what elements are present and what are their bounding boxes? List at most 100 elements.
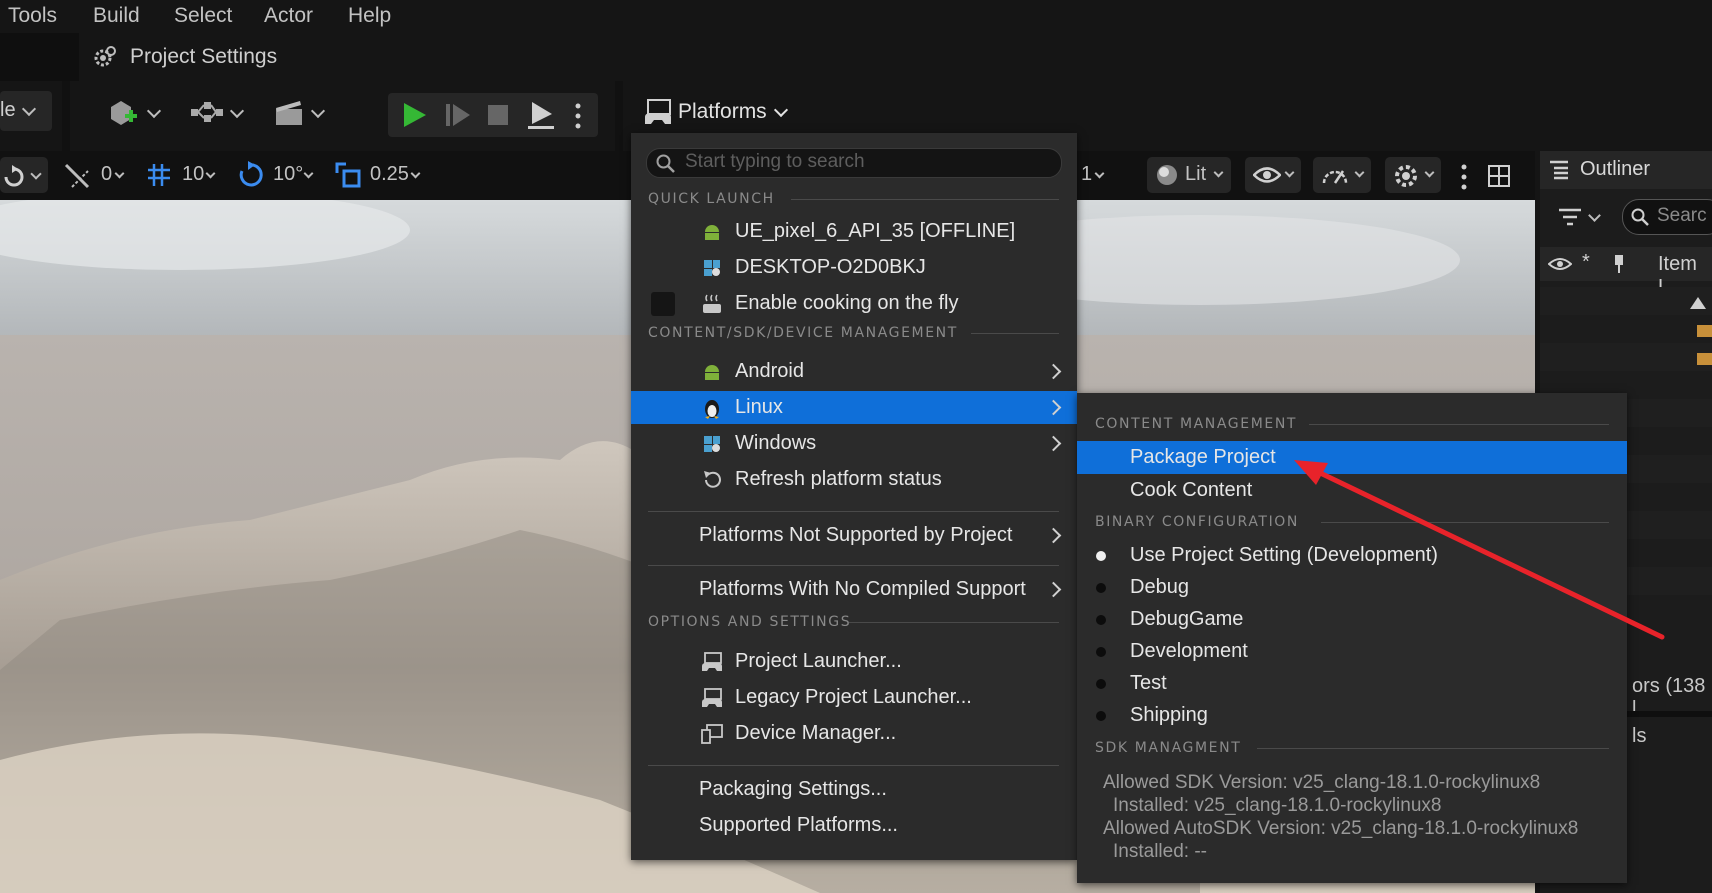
cinematics-button[interactable] xyxy=(273,95,329,131)
menu-item-windows[interactable]: Windows xyxy=(631,427,1077,460)
outliner-list-icon xyxy=(1550,160,1568,180)
grid-snap-icon[interactable] xyxy=(146,162,172,188)
menu-item-label: DESKTOP-O2D0BKJ xyxy=(735,256,926,278)
surface-snap-icon[interactable] xyxy=(64,163,90,189)
tab-project-settings[interactable]: Project Settings xyxy=(79,33,1712,81)
add-actor-button[interactable] xyxy=(105,95,162,131)
radio-unselected-icon xyxy=(1096,711,1106,721)
cook-checkbox[interactable] xyxy=(651,292,675,316)
stop-icon[interactable] xyxy=(486,103,510,127)
menu-item-config-project-setting[interactable]: Use Project Setting (Development) xyxy=(1077,539,1627,571)
menu-item-packaging-settings[interactable]: Packaging Settings... xyxy=(631,773,1077,806)
section-options: OPTIONS AND SETTINGS xyxy=(648,614,852,630)
menu-item-android-device[interactable]: UE_pixel_6_API_35 [OFFLINE] xyxy=(631,215,1077,248)
toolbar-divider xyxy=(615,81,623,151)
menu-item-no-compiled-support[interactable]: Platforms With No Compiled Support xyxy=(631,573,1077,606)
blueprints-button[interactable] xyxy=(190,95,246,131)
menu-item-refresh-status[interactable]: Refresh platform status xyxy=(631,463,1077,496)
menu-item-package-project[interactable]: Package Project xyxy=(1077,441,1627,474)
section-divider xyxy=(971,333,1059,334)
section-sdk-management: SDK MANAGMENT xyxy=(1095,740,1242,756)
platforms-button[interactable]: Platforms xyxy=(640,93,800,133)
android-icon xyxy=(705,225,719,240)
outliner-row[interactable] xyxy=(1540,343,1712,371)
gauge-icon xyxy=(1322,170,1348,184)
outliner-row[interactable] xyxy=(1540,287,1712,315)
menu-item-linux[interactable]: Linux xyxy=(631,391,1077,424)
step-forward-icon[interactable] xyxy=(444,102,472,128)
platforms-menu: Start typing to search QUICK LAUNCH UE_p… xyxy=(631,133,1077,860)
filter-icon[interactable] xyxy=(1558,208,1582,226)
chevron-right-icon xyxy=(1045,399,1062,416)
eject-icon[interactable] xyxy=(526,100,556,130)
device-manager-icon xyxy=(701,724,723,744)
section-binary-configuration: BINARY CONFIGURATION xyxy=(1095,514,1299,530)
menu-item-config-shipping[interactable]: Shipping xyxy=(1077,699,1627,731)
camera-speed-value[interactable]: 1 xyxy=(1081,163,1092,186)
launcher-icon xyxy=(702,652,722,671)
grid-snap-value[interactable]: 10 xyxy=(182,163,204,186)
linux-tux-icon xyxy=(705,400,719,419)
chevron-down-icon xyxy=(229,103,245,119)
eye-icon xyxy=(1253,167,1281,183)
menu-item-cook-on-the-fly[interactable]: Enable cooking on the fly xyxy=(631,287,1077,320)
rotation-snap-icon[interactable] xyxy=(236,161,264,189)
details-tab-label[interactable]: ls xyxy=(1632,725,1646,748)
menu-item-not-supported[interactable]: Platforms Not Supported by Project xyxy=(631,519,1077,552)
gear-icon xyxy=(1395,165,1417,187)
autosdk-installed-version: Installed: -- xyxy=(1113,841,1207,862)
outliner-row[interactable] xyxy=(1540,315,1712,343)
menu-item-label: Device Manager... xyxy=(735,722,897,744)
performance-button[interactable] xyxy=(1313,157,1371,193)
scale-snap-value[interactable]: 0.25 xyxy=(370,163,409,186)
layout-grid-icon[interactable] xyxy=(1488,165,1510,187)
star-icon[interactable]: * xyxy=(1582,251,1590,274)
more-options-icon[interactable] xyxy=(1460,164,1468,190)
menu-build[interactable]: Build xyxy=(93,4,140,28)
eye-icon[interactable] xyxy=(1548,257,1572,271)
section-divider xyxy=(1309,424,1609,425)
menu-item-config-test[interactable]: Test xyxy=(1077,667,1627,699)
menu-item-cook-content[interactable]: Cook Content xyxy=(1077,474,1627,506)
view-mode-button[interactable]: Lit xyxy=(1147,157,1231,193)
more-options-icon[interactable] xyxy=(574,103,582,129)
rotation-snap-value[interactable]: 10° xyxy=(273,163,303,186)
menu-item-config-development[interactable]: Development xyxy=(1077,635,1627,667)
menu-item-label: Use Project Setting (Development) xyxy=(1130,544,1438,566)
menu-help[interactable]: Help xyxy=(348,4,391,28)
outliner-search-input[interactable]: Searc xyxy=(1622,199,1712,235)
add-actor-icon xyxy=(111,101,137,125)
pin-icon[interactable] xyxy=(1612,254,1626,274)
search-icon xyxy=(656,154,675,173)
menu-item-config-debug[interactable]: Debug xyxy=(1077,571,1627,603)
chevron-down-icon xyxy=(1588,209,1601,222)
platforms-search-input[interactable]: Start typing to search xyxy=(646,148,1062,178)
menu-item-device-manager[interactable]: Device Manager... xyxy=(631,717,1077,750)
transform-mode-button[interactable] xyxy=(0,157,48,193)
menu-item-desktop-device[interactable]: DESKTOP-O2D0BKJ xyxy=(631,251,1077,284)
folder-open-icon xyxy=(1697,353,1712,365)
mode-selector[interactable]: le xyxy=(0,91,52,131)
menu-actor[interactable]: Actor xyxy=(264,4,313,28)
launcher-icon xyxy=(702,688,722,707)
surface-snap-value[interactable]: 0 xyxy=(101,163,112,186)
viewport-settings-button[interactable] xyxy=(1385,157,1441,193)
menu-item-label: Packaging Settings... xyxy=(699,778,887,800)
android-icon xyxy=(705,365,719,380)
refresh-icon xyxy=(704,471,721,488)
menu-select[interactable]: Select xyxy=(174,4,232,28)
menu-item-label: Platforms With No Compiled Support xyxy=(699,578,1026,600)
search-icon xyxy=(1631,208,1649,226)
menu-item-config-debuggame[interactable]: DebugGame xyxy=(1077,603,1627,635)
menu-tools[interactable]: Tools xyxy=(8,4,57,28)
play-icon[interactable] xyxy=(400,101,428,129)
menu-bar: Tools Build Select Actor Help xyxy=(0,0,1712,33)
menu-item-android[interactable]: Android xyxy=(631,355,1077,388)
show-flags-button[interactable] xyxy=(1245,157,1301,193)
menu-item-label: Project Launcher... xyxy=(735,650,902,672)
scale-snap-icon[interactable] xyxy=(334,161,362,189)
menu-item-supported-platforms[interactable]: Supported Platforms... xyxy=(631,809,1077,842)
menu-item-label: Package Project xyxy=(1130,446,1276,468)
menu-item-project-launcher[interactable]: Project Launcher... xyxy=(631,645,1077,678)
menu-item-legacy-launcher[interactable]: Legacy Project Launcher... xyxy=(631,681,1077,714)
